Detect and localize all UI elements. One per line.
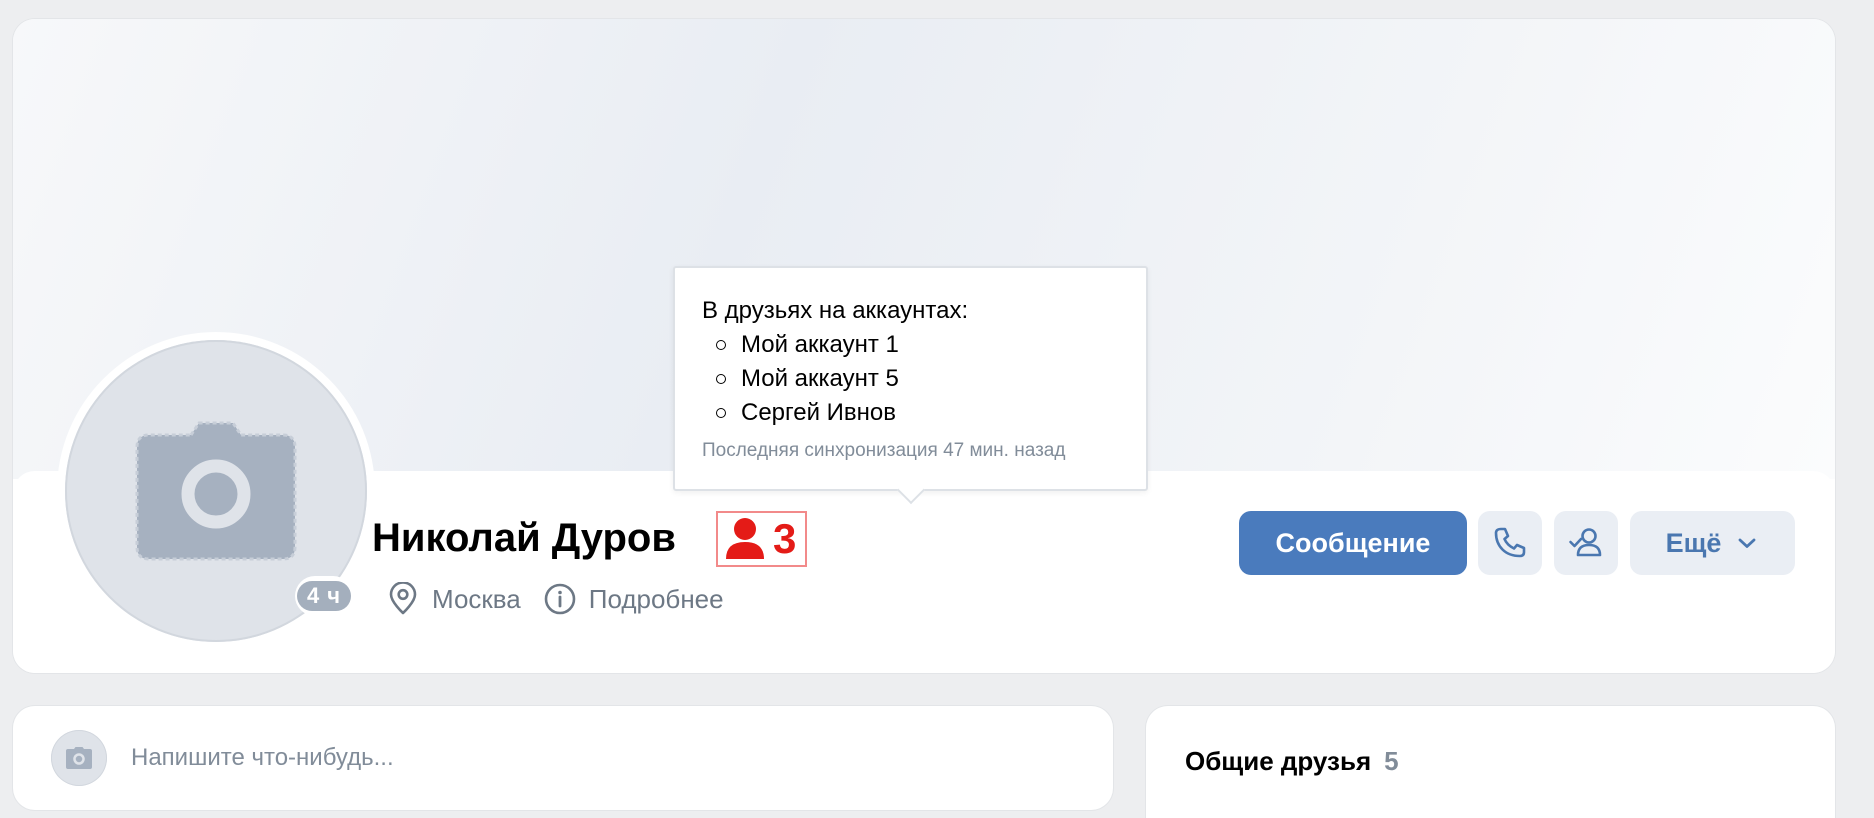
details-label: Подробнее [588, 583, 724, 614]
profile-meta: Москва Подробнее [386, 582, 724, 616]
mutual-friends-title: Общие друзья [1185, 746, 1372, 776]
friends-accounts-tooltip: В друзьях на аккаунтах: Мой аккаунт 1 Мо… [673, 266, 1148, 491]
location-pin-icon [389, 582, 417, 615]
more-label: Ещё [1665, 527, 1722, 558]
friend-status-button[interactable] [1554, 511, 1618, 575]
online-status-text: 4 ч [296, 581, 352, 611]
more-button[interactable]: Ещё [1630, 511, 1795, 575]
post-input[interactable] [131, 744, 1031, 772]
tooltip-account-item: Сергей Ивнов [716, 396, 1146, 430]
friends-on-accounts-indicator[interactable]: 3 [716, 511, 808, 567]
mutual-friends-count: 5 [1384, 746, 1399, 776]
profile-name: Николай Дуров [372, 516, 676, 560]
tooltip-account-item: Мой аккаунт 5 [716, 362, 1146, 396]
account-name: Сергей Ивнов [741, 399, 897, 426]
tooltip-account-list: Мой аккаунт 1 Мой аккаунт 5 Сергей Ивнов [702, 328, 1146, 430]
chevron-down-icon [1739, 538, 1756, 548]
tooltip-title: В друзьях на аккаунтах: [702, 297, 969, 324]
friends-indicator-count: 3 [773, 515, 797, 562]
info-icon [544, 583, 576, 615]
online-status-badge: 4 ч [295, 576, 353, 616]
person-icon [726, 518, 764, 559]
account-name: Мой аккаунт 1 [741, 331, 899, 358]
account-name: Мой аккаунт 5 [741, 365, 899, 392]
bullet-icon [716, 408, 726, 418]
location-label: Москва [432, 583, 521, 614]
call-button[interactable] [1478, 511, 1542, 575]
post-avatar[interactable] [51, 730, 107, 786]
bullet-icon [716, 374, 726, 384]
user-check-icon [1569, 528, 1602, 557]
profile-page: 4 ч Николай Дуров 3 Москва Подробнее Соо… [0, 0, 1874, 818]
tooltip-sync-time: Последняя синхронизация 47 мин. назад [702, 440, 1066, 461]
avatar-container[interactable]: 4 ч [57, 332, 375, 650]
new-post-box [13, 706, 1113, 810]
location-item[interactable]: Москва [386, 582, 521, 616]
phone-icon [1494, 527, 1526, 558]
mutual-friends-card: Общие друзья 5 [1146, 706, 1835, 818]
mutual-friends-header[interactable]: Общие друзья 5 [1185, 746, 1399, 777]
bullet-icon [716, 340, 726, 350]
camera-icon [66, 747, 92, 769]
message-button[interactable]: Сообщение [1239, 511, 1467, 575]
details-link[interactable]: Подробнее [543, 582, 724, 616]
camera-icon [135, 421, 297, 561]
tooltip-account-item: Мой аккаунт 1 [716, 328, 1146, 362]
